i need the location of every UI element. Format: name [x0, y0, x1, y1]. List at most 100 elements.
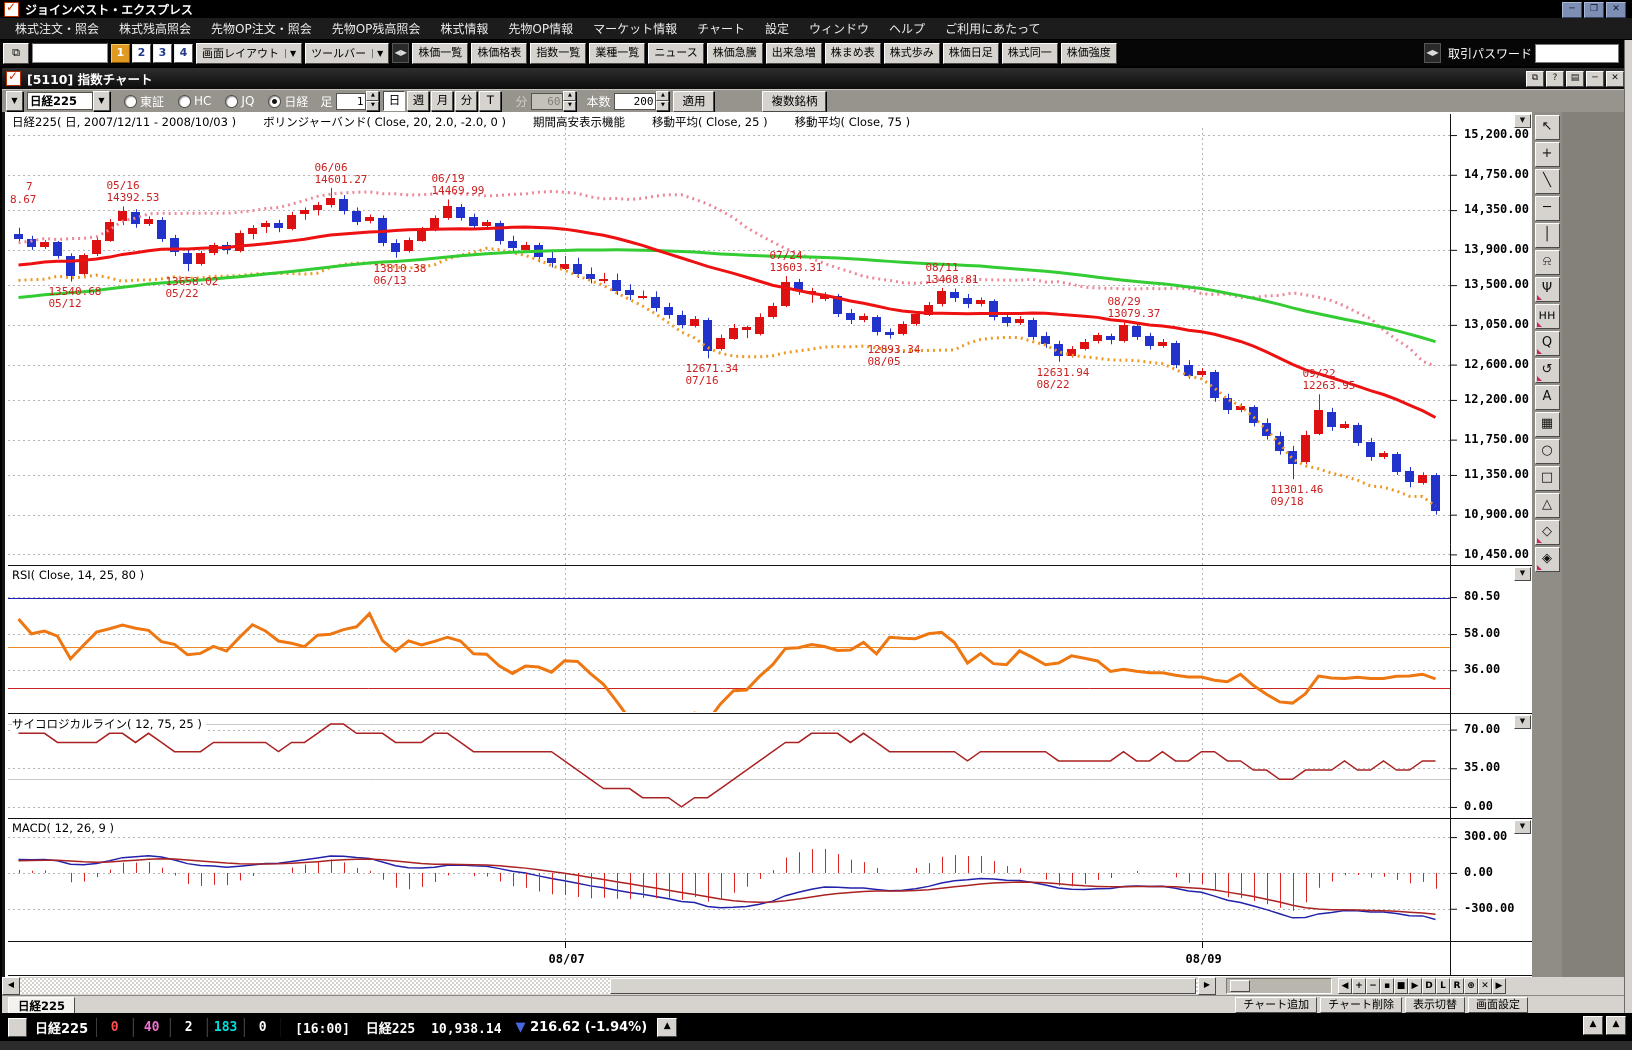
- screen-layout-dropdown[interactable]: 画面レイアウト▼: [196, 43, 302, 64]
- minimize-icon[interactable]: ─: [1586, 71, 1604, 87]
- market-radio-日経[interactable]: 日経: [268, 93, 308, 110]
- quick-button[interactable]: 出来急増: [766, 43, 822, 64]
- horizontal-line-tool[interactable]: ─: [1535, 196, 1560, 221]
- quick-button[interactable]: 株式歩み: [884, 43, 940, 64]
- multi-symbol-button[interactable]: 複数銘柄: [762, 91, 826, 112]
- menu-item[interactable]: ヘルプ: [880, 18, 934, 39]
- text-tool[interactable]: A: [1535, 385, 1560, 410]
- price-bar-tool[interactable]: ʜʜ: [1535, 304, 1560, 329]
- chart-action-button[interactable]: 画面設定: [1468, 997, 1528, 1013]
- quick-button[interactable]: 業種一覧: [589, 43, 645, 64]
- rotate-tool[interactable]: ↺: [1535, 358, 1560, 383]
- psych-panel-menu-button[interactable]: ▼: [1514, 715, 1531, 729]
- quick-button[interactable]: 指数一覧: [530, 43, 586, 64]
- scroll-left-icon[interactable]: ◀: [2, 977, 20, 995]
- chart-nav-button[interactable]: −: [1366, 978, 1380, 994]
- layout-icon[interactable]: ▤: [1566, 71, 1584, 87]
- symbol-list-button[interactable]: ▼: [6, 91, 23, 111]
- status-checkbox[interactable]: [8, 1018, 27, 1037]
- price-panel-menu-button[interactable]: ▼: [1514, 114, 1531, 128]
- rectangle-tool[interactable]: □: [1535, 466, 1560, 491]
- market-radio-東証[interactable]: 東証: [124, 93, 164, 110]
- chart-nav-button[interactable]: ■: [1394, 978, 1408, 994]
- trendline-tool[interactable]: ╲: [1535, 169, 1560, 194]
- eraser-tool[interactable]: ◇: [1535, 520, 1560, 545]
- toolbar-dropdown[interactable]: ツールバー▼: [305, 43, 389, 64]
- chart-nav-button[interactable]: D: [1422, 978, 1436, 994]
- quick-button[interactable]: 株価日足: [943, 43, 999, 64]
- quick-button[interactable]: ニュース: [648, 43, 703, 64]
- menu-item[interactable]: 設定: [756, 18, 798, 39]
- symbol-combo[interactable]: 日経225 ▼: [27, 91, 110, 111]
- chart-nav-button[interactable]: +: [1352, 978, 1366, 994]
- maximize-icon[interactable]: ❐: [1584, 2, 1604, 18]
- vertical-line-tool[interactable]: │: [1535, 223, 1560, 248]
- zoom-slider-track[interactable]: [1226, 978, 1332, 994]
- quick-button[interactable]: 株まめ表: [825, 43, 881, 64]
- market-radio-JQ[interactable]: JQ: [225, 94, 254, 108]
- restore-icon[interactable]: ⧉: [1526, 71, 1544, 87]
- chart-nav-button[interactable]: ▶: [1492, 978, 1506, 994]
- close-icon[interactable]: ✕: [1606, 71, 1624, 87]
- ellipse-tool[interactable]: ○: [1535, 439, 1560, 464]
- chart-action-button[interactable]: 表示切替: [1405, 997, 1465, 1013]
- layout-1-button[interactable]: 1: [111, 44, 130, 63]
- menu-item[interactable]: マーケット情報: [584, 18, 686, 39]
- menu-item[interactable]: 株式残高照会: [110, 18, 200, 39]
- count-stepper[interactable]: 200 ▲▼: [614, 91, 669, 111]
- zoom-slider-thumb[interactable]: [1230, 980, 1250, 992]
- panel-up-icon[interactable]: ▲: [1606, 1016, 1626, 1035]
- period-月-button[interactable]: 月: [431, 91, 453, 111]
- quick-button[interactable]: 株価強度: [1061, 43, 1117, 64]
- chart-action-button[interactable]: チャート追加: [1235, 997, 1317, 1013]
- chart-nav-button[interactable]: L: [1436, 978, 1450, 994]
- expand-up-icon[interactable]: ▲: [657, 1018, 677, 1037]
- period-T-button[interactable]: T: [479, 91, 501, 111]
- menu-item[interactable]: ウィンドウ: [800, 18, 878, 39]
- menu-item[interactable]: 先物OP残高照会: [323, 18, 430, 39]
- crosshair-tool[interactable]: +: [1535, 142, 1560, 167]
- panel-up-icon[interactable]: ▲: [1583, 1016, 1603, 1035]
- menu-item[interactable]: ご利用にあたって: [936, 18, 1049, 39]
- scroll-right-icon[interactable]: ▶: [1198, 977, 1216, 995]
- quick-code-input[interactable]: [32, 43, 108, 63]
- period-分-button[interactable]: 分: [455, 91, 477, 111]
- layout-3-button[interactable]: 3: [153, 44, 172, 63]
- quote-list-tool[interactable]: Q: [1535, 331, 1560, 356]
- close-icon[interactable]: ✕: [1606, 2, 1626, 18]
- chart-nav-button[interactable]: ✕: [1478, 978, 1492, 994]
- chart-nav-button[interactable]: ▪: [1380, 978, 1394, 994]
- alert-bell-tool[interactable]: ⍾: [1535, 250, 1560, 275]
- chart-nav-button[interactable]: R: [1450, 978, 1464, 994]
- period-日-button[interactable]: 日: [383, 91, 405, 111]
- layout-4-button[interactable]: 4: [174, 44, 193, 63]
- quick-button[interactable]: 株価一覧: [412, 43, 468, 64]
- macd-panel-menu-button[interactable]: ▼: [1514, 820, 1531, 834]
- menu-item[interactable]: 株式情報: [431, 18, 497, 39]
- menu-item[interactable]: 株式注文・照会: [6, 18, 108, 39]
- trade-password-input[interactable]: [1535, 44, 1619, 63]
- eraser-text-tool[interactable]: ◈: [1535, 547, 1560, 572]
- chart-action-button[interactable]: チャート削除: [1320, 997, 1402, 1013]
- toolbar-collapse-icon[interactable]: ◀▶: [392, 43, 409, 63]
- scrollbar-track[interactable]: [20, 978, 1198, 994]
- spin-down-icon[interactable]: ▼: [656, 101, 669, 111]
- tab-nikkei225[interactable]: 日経225: [8, 997, 75, 1014]
- period-週-button[interactable]: 週: [407, 91, 429, 111]
- minimize-icon[interactable]: ─: [1562, 2, 1582, 18]
- rsi-panel-menu-button[interactable]: ▼: [1514, 567, 1531, 581]
- market-radio-HC[interactable]: HC: [178, 94, 211, 108]
- chart-nav-button[interactable]: ⊕: [1464, 978, 1478, 994]
- chart-nav-button[interactable]: ▶: [1408, 978, 1422, 994]
- apply-button[interactable]: 適用: [673, 91, 714, 112]
- layout-icon-button[interactable]: ⧉: [3, 43, 29, 64]
- spin-up-icon[interactable]: ▲: [656, 91, 669, 101]
- cursor-tool[interactable]: ↖: [1535, 115, 1560, 140]
- scrollbar-thumb[interactable]: [610, 978, 1196, 994]
- chart-nav-button[interactable]: ◀: [1338, 978, 1352, 994]
- help-icon[interactable]: ?: [1546, 71, 1564, 87]
- quick-button[interactable]: 株価急騰: [707, 43, 763, 64]
- chart-canvas[interactable]: [8, 112, 1532, 977]
- password-collapse-icon[interactable]: ◀▶: [1424, 43, 1441, 63]
- candle-pattern-tool[interactable]: Ψ: [1535, 277, 1560, 302]
